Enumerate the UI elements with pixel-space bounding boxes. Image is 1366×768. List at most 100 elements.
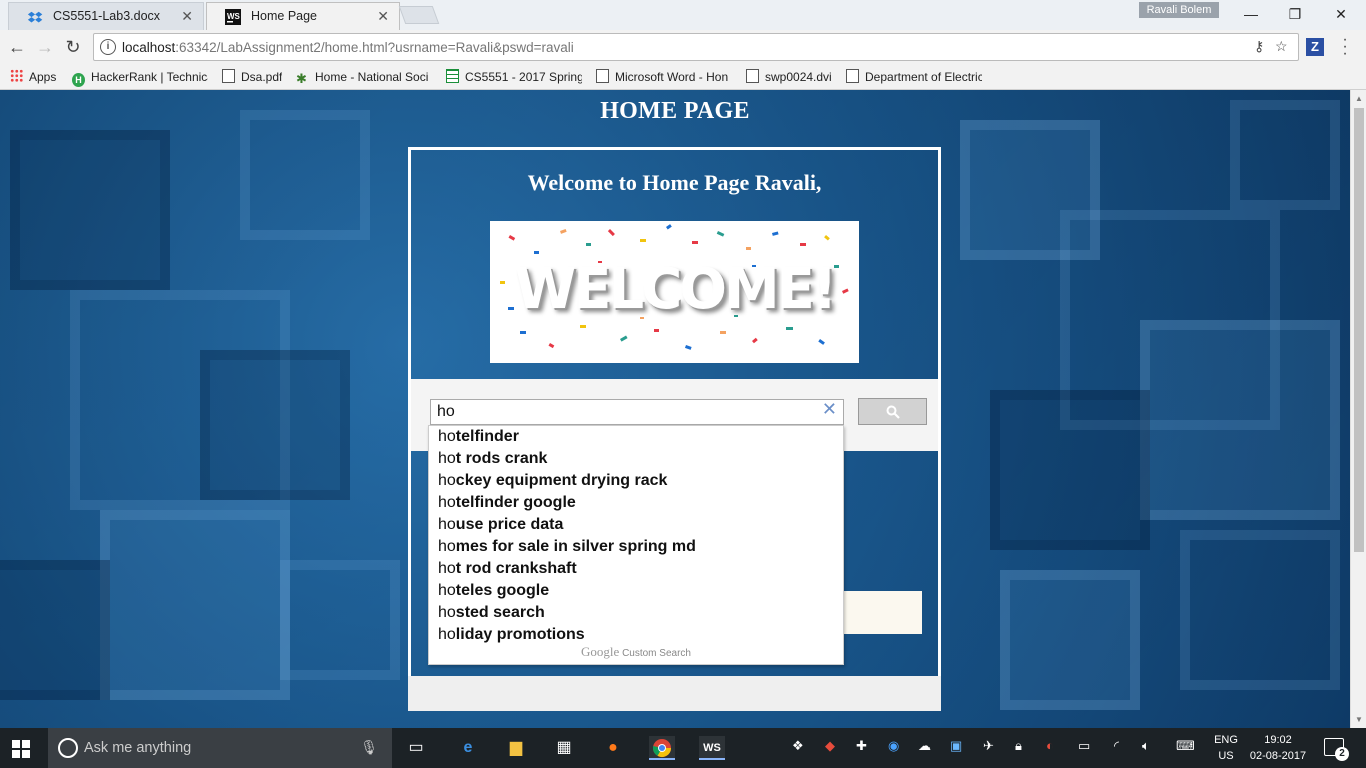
firefox-icon[interactable]: ● <box>600 736 626 760</box>
tab-title: CS5551-Lab3.docx <box>53 9 161 23</box>
welcome-image: WELCOME! <box>490 221 859 363</box>
clear-search-icon[interactable]: ✕ <box>822 399 837 420</box>
close-tab-icon[interactable]: ✕ <box>377 3 389 29</box>
tab-title: Home Page <box>251 9 318 23</box>
document-icon <box>596 69 609 83</box>
hackerrank-icon: H <box>72 73 85 87</box>
document-icon <box>746 69 759 83</box>
extension-z-icon[interactable]: Z <box>1306 38 1324 56</box>
autocomplete-dropdown: hotelfinder hot rods crank hockey equipm… <box>428 425 844 665</box>
bookmark-apps[interactable]: Apps <box>10 67 56 87</box>
lock-tray-icon[interactable]: 🔒︎ <box>1015 738 1022 754</box>
suggestion-item[interactable]: hot rods crank <box>438 450 547 468</box>
card-footer-area <box>408 676 941 711</box>
bookmark-national-society[interactable]: ✱ Home - National Soci <box>296 67 432 87</box>
battery-icon[interactable]: ▭ <box>1078 738 1090 754</box>
scrollbar-thumb[interactable] <box>1354 108 1364 552</box>
action-center-icon[interactable]: 2 <box>1324 738 1349 761</box>
search-input-box[interactable]: ✕ <box>430 399 844 425</box>
volume-icon[interactable]: 🔈︎ <box>1142 738 1150 754</box>
dropbox-tray-icon[interactable]: ❖ <box>792 738 804 754</box>
close-window-icon[interactable]: ✕ <box>1318 2 1364 26</box>
display-tray-icon[interactable]: ▣ <box>950 738 962 754</box>
search-input[interactable] <box>437 402 817 422</box>
task-view-icon[interactable]: ▭ <box>403 736 429 760</box>
apps-grid-icon <box>10 69 23 83</box>
url-text[interactable]: localhost:63342/LabAssignment2/home.html… <box>122 40 574 55</box>
scroll-down-icon[interactable]: ▼ <box>1355 715 1363 724</box>
sync-tray-icon[interactable]: ◆ <box>825 738 835 754</box>
file-explorer-icon[interactable]: ▆ <box>503 736 529 760</box>
security-tray-icon[interactable]: ✚ <box>856 738 867 754</box>
page-title: HOME PAGE <box>600 98 750 124</box>
back-icon[interactable]: ← <box>4 34 30 60</box>
bookmark-dsa-pdf[interactable]: Dsa.pdf <box>222 67 282 87</box>
webstorm-taskbar-icon[interactable]: WS <box>699 736 725 760</box>
sheets-icon <box>446 69 459 83</box>
language-indicator[interactable]: ENG US <box>1212 732 1240 764</box>
browser-toolbar: ← → ↻ i localhost:63342/LabAssignment2/h… <box>0 30 1366 64</box>
suggestion-item[interactable]: hoteles google <box>438 582 549 600</box>
suggestion-item[interactable]: hosted search <box>438 604 545 622</box>
cortana-placeholder: Ask me anything <box>84 740 192 756</box>
search-button[interactable] <box>858 398 927 425</box>
network-tray-icon[interactable]: ◉ <box>888 738 899 754</box>
suggestion-item[interactable]: hotelfinder google <box>438 494 576 512</box>
info-icon[interactable]: i <box>100 39 116 55</box>
svg-text:WS: WS <box>227 12 241 21</box>
welcome-word: WELCOME! <box>514 257 838 322</box>
address-bar[interactable]: i localhost:63342/LabAssignment2/home.ht… <box>93 33 1299 61</box>
clock-time: 19:02 <box>1264 734 1292 746</box>
tab-cs5551-lab3[interactable]: CS5551-Lab3.docx ✕ <box>8 2 204 30</box>
document-icon <box>846 69 859 83</box>
cortana-icon <box>58 738 78 758</box>
keyboard-icon[interactable]: ⌨ <box>1176 738 1195 754</box>
clock-date: 02-08-2017 <box>1249 750 1307 762</box>
wifi-icon[interactable]: ◜ <box>1114 738 1119 754</box>
bluetooth-tray-icon[interactable]: ✈ <box>983 738 994 754</box>
suggestion-item[interactable]: house price data <box>438 516 563 534</box>
profile-name[interactable]: Ravali Bolem <box>1139 2 1219 18</box>
windows-start-icon[interactable] <box>12 740 30 758</box>
tab-strip: CS5551-Lab3.docx ✕ WS Home Page ✕ Ravali… <box>0 0 1366 30</box>
suggestion-item[interactable]: hockey equipment drying rack <box>438 472 667 490</box>
reload-icon[interactable]: ↻ <box>60 34 86 60</box>
minimize-icon[interactable]: — <box>1228 2 1274 26</box>
suggestion-item[interactable]: hotelfinder <box>438 428 519 446</box>
antivirus-tray-icon[interactable]: ◐ <box>1046 738 1054 753</box>
tab-home-page[interactable]: WS Home Page ✕ <box>206 2 400 30</box>
suggestion-item[interactable]: hot rod crankshaft <box>438 560 577 578</box>
bookmark-microsoft-word[interactable]: Microsoft Word - Hon <box>596 67 732 87</box>
bookmark-dept-electric[interactable]: Department of Electric <box>846 67 982 87</box>
page-scrollbar[interactable]: ▲ ▼ <box>1350 90 1366 728</box>
suggestion-item[interactable]: holiday promotions <box>438 626 585 644</box>
document-icon <box>222 69 235 83</box>
restore-icon[interactable]: ❐ <box>1272 2 1318 26</box>
content-panel <box>843 591 922 634</box>
chrome-icon[interactable] <box>649 736 675 760</box>
webstorm-icon: WS <box>225 9 241 25</box>
microphone-icon[interactable]: 🎙 <box>360 739 378 756</box>
edge-icon[interactable]: e <box>455 736 481 760</box>
key-icon[interactable]: ⚷ <box>1254 38 1264 55</box>
scroll-up-icon[interactable]: ▲ <box>1355 94 1363 103</box>
suggestion-item[interactable]: homes for sale in silver spring md <box>438 538 696 556</box>
onedrive-icon[interactable]: ☁ <box>918 738 931 754</box>
custom-search-branding: Google Custom Search <box>581 644 691 659</box>
figure-icon: ✱ <box>296 71 307 86</box>
new-tab-button[interactable] <box>398 6 440 24</box>
search-icon <box>886 405 900 419</box>
bookmark-star-icon[interactable]: ☆ <box>1275 38 1288 55</box>
store-icon[interactable]: ▦ <box>551 736 577 760</box>
taskbar: Ask me anything 🎙 ▭ e ▆ ▦ ● WS ❖ ◆ ✚ ◉ ☁… <box>0 728 1366 768</box>
cortana-search-box[interactable]: Ask me anything 🎙 <box>48 728 392 768</box>
bookmark-hackerrank[interactable]: H HackerRank | Technica <box>72 67 208 87</box>
forward-icon[interactable]: → <box>32 34 58 60</box>
bookmark-swp0024[interactable]: swp0024.dvi <box>746 67 832 87</box>
notification-count: 2 <box>1335 747 1349 761</box>
dropbox-icon <box>27 11 43 23</box>
clock[interactable]: 19:02 02-08-2017 <box>1246 732 1310 764</box>
menu-icon[interactable]: · · · <box>1340 32 1350 62</box>
close-tab-icon[interactable]: ✕ <box>181 3 193 29</box>
bookmark-cs5551-spring[interactable]: CS5551 - 2017 Spring <box>446 67 582 87</box>
